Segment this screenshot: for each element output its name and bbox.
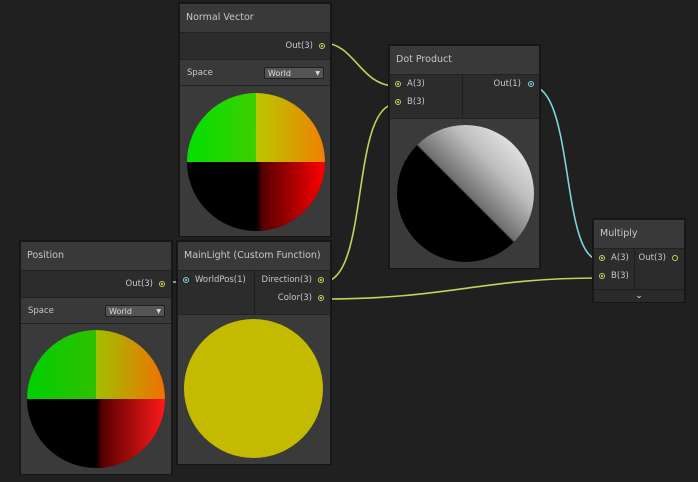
space-control-row: Space World ▼ xyxy=(180,59,330,86)
space-value: World xyxy=(268,69,291,78)
output-label: Out(1) xyxy=(493,79,521,89)
input-port-row-b: B(3) xyxy=(594,267,684,285)
position-node[interactable]: Position Out(3) Space World ▼ xyxy=(20,241,172,474)
input-port-worldpos[interactable] xyxy=(183,277,189,283)
port-label: Out(3) xyxy=(285,41,313,51)
mainlight-custom-function-node[interactable]: MainLight (Custom Function) WorldPos(1) … xyxy=(177,241,331,464)
wire-color-to-multiply-b xyxy=(322,277,601,300)
dot-preview-sphere xyxy=(397,125,534,262)
node-preview xyxy=(178,314,330,464)
input-port-b[interactable] xyxy=(395,99,401,105)
port-label: B(3) xyxy=(407,97,425,107)
output-port[interactable] xyxy=(319,43,325,49)
light-color-preview-sphere xyxy=(184,319,323,458)
node-preview xyxy=(21,323,171,474)
input-port-b[interactable] xyxy=(599,273,605,279)
space-label: Space xyxy=(28,306,54,316)
port-label: A(3) xyxy=(611,253,629,263)
output-port-row: Out(3) xyxy=(21,271,171,297)
expand-preview-toggle[interactable]: ⌄ xyxy=(594,289,684,302)
space-label: Space xyxy=(187,68,213,78)
space-dropdown[interactable]: World ▼ xyxy=(105,305,165,317)
node-title[interactable]: Dot Product xyxy=(390,46,539,75)
output-label: Color(3) xyxy=(277,293,312,303)
port-label: B(3) xyxy=(611,271,629,281)
output-label: Out(3) xyxy=(638,253,666,263)
output-port[interactable] xyxy=(672,255,678,261)
input-port-a[interactable] xyxy=(395,81,401,87)
space-dropdown[interactable]: World ▼ xyxy=(264,67,324,79)
triangle-down-icon: ▼ xyxy=(315,70,320,77)
dot-product-node[interactable]: Dot Product A(3) Out(1) B(3) xyxy=(389,45,540,268)
node-preview xyxy=(180,85,330,236)
node-title[interactable]: Position xyxy=(21,242,171,271)
port-label: A(3) xyxy=(407,79,425,89)
port-label: WorldPos(1) xyxy=(195,275,246,285)
wire-direction-to-dot-b xyxy=(322,103,397,283)
node-title[interactable]: Multiply xyxy=(594,220,684,249)
triangle-down-icon: ▼ xyxy=(156,308,161,315)
wire-dot-out-to-multiply-a xyxy=(530,85,601,261)
output-label: Direction(3) xyxy=(261,275,312,285)
output-port[interactable] xyxy=(159,281,165,287)
output-port[interactable] xyxy=(528,81,534,87)
normal-vector-node[interactable]: Normal Vector Out(3) Space World ▼ xyxy=(179,3,331,236)
output-port-direction[interactable] xyxy=(318,277,324,283)
input-port-row-b: B(3) xyxy=(390,93,539,111)
wire-normal-to-dot-a xyxy=(322,42,397,87)
output-port-color[interactable] xyxy=(318,295,324,301)
input-port-a[interactable] xyxy=(599,255,605,261)
chevron-down-icon: ⌄ xyxy=(635,291,643,301)
port-row-2: Color(3) xyxy=(178,289,330,307)
input-port-row-a: A(3) Out(1) xyxy=(390,75,539,93)
port-label: Out(3) xyxy=(125,279,153,289)
space-control-row: Space World ▼ xyxy=(21,297,171,324)
multiply-node[interactable]: Multiply A(3) Out(3) B(3) ⌄ xyxy=(593,219,685,302)
node-title[interactable]: MainLight (Custom Function) xyxy=(178,242,330,271)
space-value: World xyxy=(109,307,132,316)
output-port-row: Out(3) xyxy=(180,33,330,59)
input-port-row-a: A(3) Out(3) xyxy=(594,249,684,267)
node-preview xyxy=(390,118,539,268)
port-row-1: WorldPos(1) Direction(3) xyxy=(178,271,330,289)
node-title[interactable]: Normal Vector xyxy=(180,4,330,33)
